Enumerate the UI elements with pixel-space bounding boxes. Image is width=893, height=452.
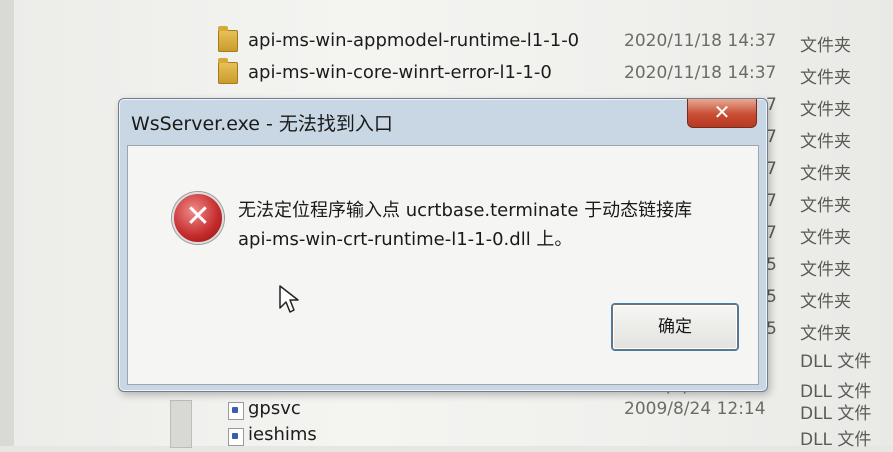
error-message: 无法定位程序输入点 ucrtbase.terminate 于动态链接库 api-… — [238, 196, 692, 254]
file-type: 文件夹 — [800, 164, 851, 184]
close-button[interactable]: ✕ — [687, 99, 757, 128]
file-type: 文件夹 — [800, 228, 851, 248]
column-splitter[interactable] — [170, 400, 192, 448]
file-date: 2020/11/18 14:37 — [624, 31, 777, 51]
file-type: 文件夹 — [800, 260, 851, 280]
error-glyph: ✕ — [185, 199, 211, 234]
file-type: 文件夹 — [800, 68, 851, 88]
file-type: 文件夹 — [800, 100, 851, 120]
error-message-line-1: 无法定位程序输入点 ucrtbase.terminate 于动态链接库 — [238, 200, 693, 221]
file-type: DLL 文件 — [800, 430, 872, 450]
folder-icon — [218, 26, 238, 52]
error-dialog: WsServer.exe - 无法找到入口 ✕ ✕ 无法定位程序输入点 ucrt… — [118, 98, 768, 392]
file-type: 文件夹 — [800, 324, 851, 344]
close-icon: ✕ — [713, 100, 731, 124]
file-type: 文件夹 — [800, 196, 851, 216]
dialog-content: ✕ 无法定位程序输入点 ucrtbase.terminate 于动态链接库 ap… — [127, 145, 759, 385]
dialog-titlebar[interactable]: WsServer.exe - 无法找到入口 ✕ — [119, 99, 767, 143]
file-row[interactable]: api-ms-win-core-winrt-error-l1-1-0 2020/… — [0, 58, 893, 90]
mouse-pointer-icon — [279, 285, 299, 313]
file-name: api-ms-win-appmodel-runtime-l1-1-0 — [248, 30, 580, 51]
file-type: 文件夹 — [800, 132, 851, 152]
error-message-line-2: api-ms-win-crt-runtime-l1-1-0.dll 上。 — [238, 229, 573, 250]
file-type: 文件夹 — [800, 292, 851, 312]
file-row[interactable]: api-ms-win-appmodel-runtime-l1-1-0 2020/… — [0, 26, 893, 58]
file-date: 2020/11/18 14:37 — [624, 63, 777, 83]
file-name: gpsvc — [248, 398, 301, 419]
dll-file-icon — [228, 428, 244, 446]
file-type: 文件夹 — [800, 36, 851, 56]
error-icon: ✕ — [172, 192, 224, 244]
file-name: api-ms-win-core-winrt-error-l1-1-0 — [248, 62, 552, 83]
file-name: ieshims — [248, 424, 317, 445]
file-row[interactable]: ieshims DLL 文件 — [0, 420, 893, 452]
folder-icon — [218, 58, 238, 84]
ok-button[interactable]: 确定 — [612, 304, 738, 350]
file-date: 2009/8/24 12:14 — [624, 399, 766, 419]
file-type: DLL 文件 — [800, 352, 872, 372]
dll-file-icon — [228, 402, 244, 420]
dialog-title: WsServer.exe - 无法找到入口 — [131, 113, 393, 135]
